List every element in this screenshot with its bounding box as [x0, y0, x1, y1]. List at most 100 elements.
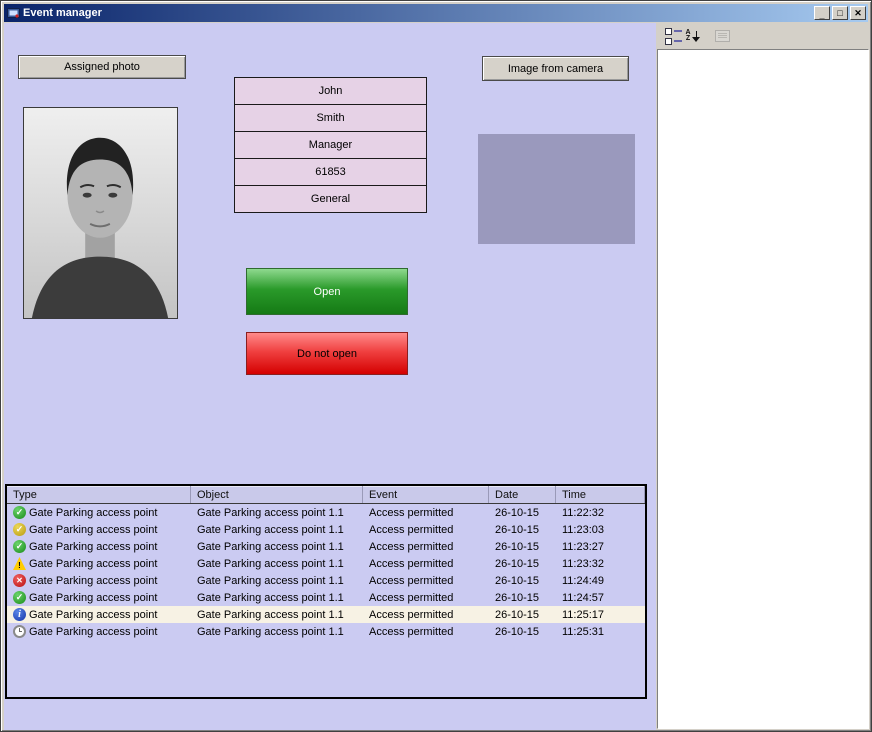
- field-card-number: 61853: [234, 158, 427, 186]
- field-first-name: John: [234, 77, 427, 105]
- cell-time: 11:22:32: [562, 507, 604, 519]
- window-title: Event manager: [23, 7, 811, 19]
- minimize-button[interactable]: _: [814, 6, 830, 20]
- cell-type-wrap: Gate Parking access point: [7, 625, 191, 638]
- cell-date: 26-10-15: [495, 609, 539, 621]
- column-header-date[interactable]: Date: [489, 486, 556, 503]
- minimize-icon: _: [819, 11, 824, 20]
- table-row[interactable]: Gate Parking access point Gate Parking a…: [7, 504, 645, 521]
- cell-type-wrap: Gate Parking access point: [7, 523, 191, 536]
- side-panel: AZ: [656, 23, 870, 730]
- cell-type-wrap: Gate Parking access point: [7, 506, 191, 519]
- sort-letter-z: Z: [685, 36, 690, 42]
- cell-object: Gate Parking access point 1.1: [197, 558, 344, 570]
- cell-type-wrap: Gate Parking access point: [7, 557, 191, 570]
- cell-event: Access permitted: [369, 541, 453, 553]
- side-panel-content[interactable]: [657, 49, 869, 729]
- table-row[interactable]: Gate Parking access point Gate Parking a…: [7, 589, 645, 606]
- image-from-camera-button[interactable]: Image from camera: [482, 56, 629, 81]
- event-table: Type Object Event Date Time Gate Parking…: [5, 484, 647, 699]
- check-green-icon: [13, 540, 26, 553]
- cell-type: Gate Parking access point: [29, 524, 157, 536]
- assigned-photo-button[interactable]: Assigned photo: [18, 55, 186, 79]
- cell-date: 26-10-15: [495, 507, 539, 519]
- do-not-open-button[interactable]: Do not open: [246, 332, 408, 375]
- close-icon: ✕: [854, 9, 862, 18]
- table-row[interactable]: Gate Parking access point Gate Parking a…: [7, 623, 645, 640]
- cell-type: Gate Parking access point: [29, 507, 157, 519]
- cell-object: Gate Parking access point 1.1: [197, 541, 344, 553]
- event-table-header: Type Object Event Date Time: [7, 486, 645, 504]
- cell-date: 26-10-15: [495, 541, 539, 553]
- cell-type: Gate Parking access point: [29, 626, 157, 638]
- cell-object: Gate Parking access point 1.1: [197, 626, 344, 638]
- check-green-icon: [13, 506, 26, 519]
- table-row[interactable]: Gate Parking access point Gate Parking a…: [7, 606, 645, 623]
- cell-object: Gate Parking access point 1.1: [197, 524, 344, 536]
- field-last-name: Smith: [234, 104, 427, 132]
- column-header-type[interactable]: Type: [7, 486, 191, 503]
- close-button[interactable]: ✕: [850, 6, 866, 20]
- categorized-button[interactable]: [663, 27, 683, 45]
- cell-object: Gate Parking access point 1.1: [197, 507, 344, 519]
- column-header-time[interactable]: Time: [556, 486, 645, 503]
- app-icon: [6, 6, 20, 20]
- cell-date: 26-10-15: [495, 575, 539, 587]
- cell-type-wrap: Gate Parking access point: [7, 574, 191, 587]
- person-info-panel: John Smith Manager 61853 General: [234, 77, 427, 213]
- error-icon: [13, 574, 26, 587]
- cell-date: 26-10-15: [495, 558, 539, 570]
- field-department: General: [234, 185, 427, 213]
- cell-event: Access permitted: [369, 507, 453, 519]
- field-position: Manager: [234, 131, 427, 159]
- maximize-icon: □: [837, 9, 842, 18]
- cell-type-wrap: Gate Parking access point: [7, 608, 191, 621]
- titlebar[interactable]: Event manager _ □ ✕: [4, 4, 868, 22]
- table-row[interactable]: Gate Parking access point Gate Parking a…: [7, 555, 645, 572]
- cell-time: 11:24:57: [562, 592, 604, 604]
- table-row[interactable]: Gate Parking access point Gate Parking a…: [7, 572, 645, 589]
- clock-icon: [13, 625, 26, 638]
- assigned-photo-image: [23, 107, 178, 319]
- column-header-object[interactable]: Object: [191, 486, 363, 503]
- event-table-body: Gate Parking access point Gate Parking a…: [7, 504, 645, 640]
- categorized-icon: [665, 28, 682, 45]
- cell-object: Gate Parking access point 1.1: [197, 609, 344, 621]
- cell-type: Gate Parking access point: [29, 541, 157, 553]
- cell-date: 26-10-15: [495, 592, 539, 604]
- property-pages-button: [712, 27, 732, 45]
- info-icon: [13, 608, 26, 621]
- sort-alphabetical-button[interactable]: AZ: [683, 27, 703, 45]
- cell-type-wrap: Gate Parking access point: [7, 540, 191, 553]
- cell-object: Gate Parking access point 1.1: [197, 575, 344, 587]
- cell-event: Access permitted: [369, 592, 453, 604]
- event-manager-window: Event manager _ □ ✕ Assigned photo Image…: [0, 0, 872, 732]
- sort-az-icon: AZ: [685, 30, 700, 43]
- table-row[interactable]: Gate Parking access point Gate Parking a…: [7, 538, 645, 555]
- cell-type-wrap: Gate Parking access point: [7, 591, 191, 604]
- check-yellow-icon: [13, 523, 26, 536]
- cell-type: Gate Parking access point: [29, 558, 157, 570]
- camera-image-placeholder: [478, 134, 635, 244]
- check-green-icon: [13, 591, 26, 604]
- cell-time: 11:23:27: [562, 541, 604, 553]
- cell-time: 11:25:17: [562, 609, 604, 621]
- cell-event: Access permitted: [369, 609, 453, 621]
- cell-event: Access permitted: [369, 575, 453, 587]
- column-header-event[interactable]: Event: [363, 486, 489, 503]
- table-row[interactable]: Gate Parking access point Gate Parking a…: [7, 521, 645, 538]
- cell-type: Gate Parking access point: [29, 609, 157, 621]
- cell-time: 11:24:49: [562, 575, 604, 587]
- maximize-button[interactable]: □: [832, 6, 848, 20]
- main-area: Assigned photo Image from camera: [4, 23, 656, 730]
- cell-event: Access permitted: [369, 626, 453, 638]
- cell-event: Access permitted: [369, 524, 453, 536]
- cell-object: Gate Parking access point 1.1: [197, 592, 344, 604]
- cell-time: 11:23:32: [562, 558, 604, 570]
- property-pages-icon: [715, 30, 730, 42]
- open-button[interactable]: Open: [246, 268, 408, 315]
- cell-type: Gate Parking access point: [29, 592, 157, 604]
- cell-event: Access permitted: [369, 558, 453, 570]
- cell-time: 11:25:31: [562, 626, 604, 638]
- cell-type: Gate Parking access point: [29, 575, 157, 587]
